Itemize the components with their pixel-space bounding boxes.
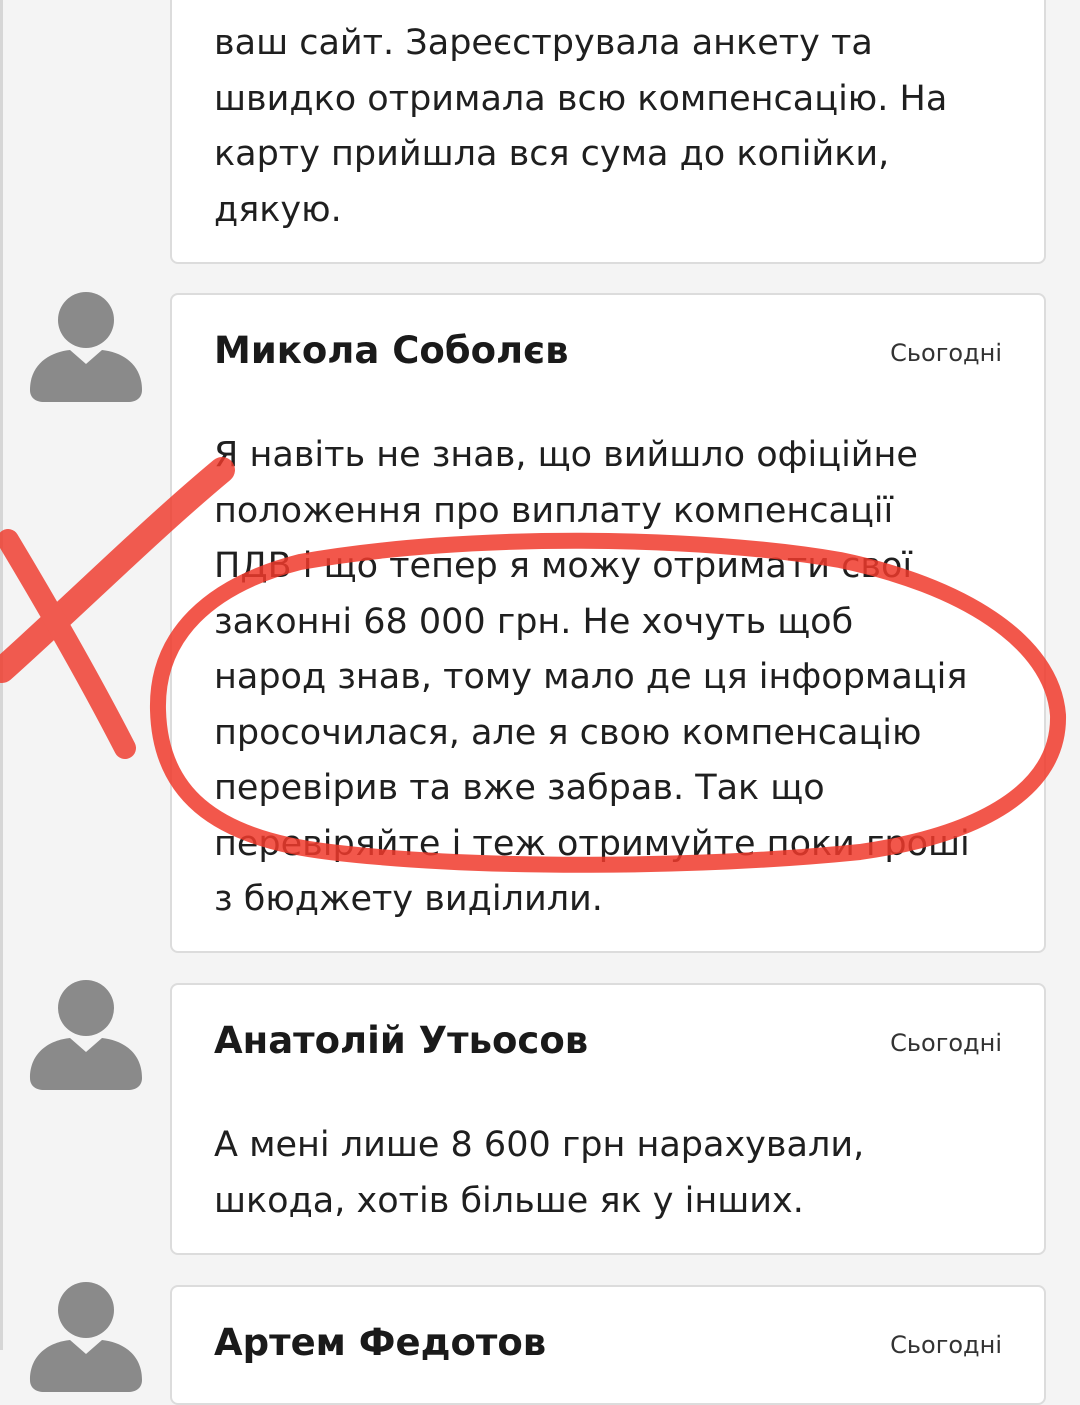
avatar-icon <box>30 980 142 1090</box>
comment-card: Микола Соболєв Сьогодні Я навіть не знав… <box>170 293 1046 953</box>
comment-body: Я навіть не знав, що вийшло офіційне пол… <box>214 435 970 919</box>
avatar-icon <box>30 292 142 402</box>
avatar-icon <box>30 1282 142 1392</box>
comment-body: ваш сайт. Зареєструвала анкету та швидко… <box>214 23 948 230</box>
comment-date: Сьогодні <box>890 339 1002 367</box>
comment-card: ваш сайт. Зареєструвала анкету та швидко… <box>170 0 1046 264</box>
comment-date: Сьогодні <box>890 1331 1002 1359</box>
comment-author[interactable]: Анатолій Утьосов <box>214 1019 588 1062</box>
comment-date: Сьогодні <box>890 1029 1002 1057</box>
comment-card: Артем Федотов Сьогодні <box>170 1285 1046 1405</box>
comment-author[interactable]: Артем Федотов <box>214 1321 546 1364</box>
comment-author[interactable]: Микола Соболєв <box>214 329 569 372</box>
page-left-edge <box>0 0 3 1350</box>
comment-card: Анатолій Утьосов Сьогодні А мені лише 8 … <box>170 983 1046 1255</box>
comment-body: А мені лише 8 600 грн нарахували, шкода,… <box>214 1125 865 1221</box>
